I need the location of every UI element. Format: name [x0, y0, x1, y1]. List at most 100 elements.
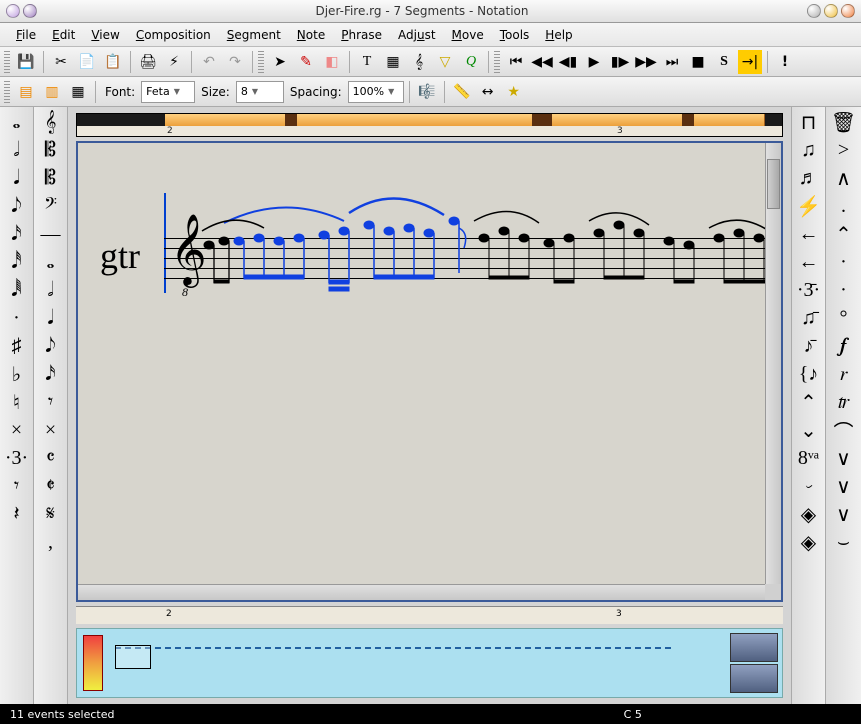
left-palette-item-8[interactable]: ♯ [4, 335, 30, 357]
far-right-palette-item-2[interactable]: ∧ [831, 167, 857, 189]
pointer-tool[interactable]: ➤ [268, 50, 292, 74]
left-palette2-item-15[interactable]: , [38, 531, 64, 553]
left-palette-item-13[interactable]: 𝄾 [4, 475, 30, 497]
left-palette-item-11[interactable]: × [4, 419, 30, 441]
layout1-button[interactable]: ▤ [14, 80, 38, 104]
left-palette2-item-2[interactable]: 𝄡 [38, 167, 64, 189]
right-palette-item-1[interactable]: ♫ [796, 139, 822, 161]
bottom-ruler[interactable]: 2 3 [76, 606, 783, 624]
far-right-palette-item-13[interactable]: ∨ [831, 475, 857, 497]
save-button[interactable]: 💾 [14, 50, 38, 74]
rewind-start-button[interactable]: ⏮ [504, 50, 528, 74]
right-palette-item-10[interactable]: ⌃ [796, 391, 822, 413]
right-palette-item-11[interactable]: ⌄ [796, 419, 822, 441]
left-palette2-item-3[interactable]: 𝄢 [38, 195, 64, 217]
right-palette-item-0[interactable]: ⊓ [796, 111, 822, 133]
maximize-button[interactable] [824, 4, 838, 18]
menu-file[interactable]: File [8, 25, 44, 45]
loop-end-button[interactable]: →| [738, 50, 762, 74]
far-right-palette-item-1[interactable]: > [831, 139, 857, 161]
far-right-palette-item-11[interactable]: ⌒ [831, 419, 857, 441]
menu-adjust[interactable]: Adjust [390, 25, 444, 45]
far-right-palette-item-12[interactable]: ∨ [831, 447, 857, 469]
far-right-palette-item-6[interactable]: · [831, 279, 857, 301]
menu-note[interactable]: Note [289, 25, 333, 45]
left-palette2-item-8[interactable]: 𝅘𝅥𝅮 [38, 335, 64, 357]
layout2-button[interactable]: ▥ [40, 80, 64, 104]
clef-tool[interactable]: 𝄞 [407, 50, 431, 74]
redo-button[interactable]: ↷ [223, 50, 247, 74]
layout3-button[interactable]: ▦ [66, 80, 90, 104]
left-palette-item-10[interactable]: ♮ [4, 391, 30, 413]
font-select[interactable]: Feta▼ [141, 81, 195, 103]
left-palette-item-1[interactable]: 𝅗𝅥 [4, 139, 30, 161]
ffwd-button[interactable]: ▶▶ [634, 50, 658, 74]
left-palette-item-14[interactable]: 𝄽 [4, 503, 30, 525]
left-palette-item-9[interactable]: ♭ [4, 363, 30, 385]
span-button[interactable]: ↔ [476, 80, 500, 104]
right-palette-item-14[interactable]: ◈ [796, 503, 822, 525]
copy-button[interactable]: 📄 [75, 50, 99, 74]
left-palette2-item-0[interactable]: 𝄞 [38, 111, 64, 133]
solo-button[interactable]: S [712, 50, 736, 74]
overview-track[interactable] [109, 629, 726, 697]
far-right-palette-item-0[interactable]: 🗑 [831, 111, 857, 133]
score-canvas[interactable]: gtr 𝄞 8 [76, 141, 783, 602]
spacing-select[interactable]: 100%▼ [348, 81, 404, 103]
wm-menu-icon[interactable] [6, 4, 20, 18]
left-palette-item-12[interactable]: ·3· [4, 447, 30, 469]
menu-view[interactable]: View [83, 25, 127, 45]
left-palette-item-7[interactable]: · [4, 307, 30, 329]
menu-composition[interactable]: Composition [128, 25, 219, 45]
far-right-palette-item-15[interactable]: ⌣ [831, 531, 857, 553]
far-right-palette-item-4[interactable]: ⌃ [831, 223, 857, 245]
left-palette2-item-7[interactable]: 𝅘𝅥 [38, 307, 64, 329]
left-palette2-item-9[interactable]: 𝅘𝅥𝅯 [38, 363, 64, 385]
right-palette-item-7[interactable]: ♫̄ [796, 307, 822, 329]
left-palette2-item-14[interactable]: 𝄋 [38, 503, 64, 525]
text-tool[interactable]: T [355, 50, 379, 74]
far-right-palette-item-3[interactable]: . [831, 195, 857, 217]
right-palette-item-13[interactable]: 𝆤 [796, 475, 822, 497]
step-back-button[interactable]: ◀▮ [556, 50, 580, 74]
step-fwd-button[interactable]: ▮▶ [608, 50, 632, 74]
far-right-palette-item-5[interactable]: · [831, 251, 857, 273]
toolbar-handle-3[interactable] [494, 51, 500, 73]
toolbar-handle[interactable] [4, 51, 10, 73]
menu-move[interactable]: Move [444, 25, 492, 45]
wm-shade-icon[interactable] [23, 4, 37, 18]
top-ruler[interactable]: 2 3 [76, 113, 783, 137]
menu-tools[interactable]: Tools [492, 25, 538, 45]
end-button[interactable]: ⏭ [660, 50, 684, 74]
toolbar-handle-2[interactable] [258, 51, 264, 73]
left-palette2-item-11[interactable]: × [38, 419, 64, 441]
toolbar2-handle[interactable] [4, 81, 10, 103]
right-palette-item-9[interactable]: {♪ [796, 363, 822, 385]
left-palette-item-5[interactable]: 𝅘𝅥𝅰 [4, 251, 30, 273]
overview-thumb[interactable] [730, 633, 778, 662]
left-palette-item-3[interactable]: 𝅘𝅥𝅮 [4, 195, 30, 217]
far-right-palette-item-8[interactable]: 𝆑 [831, 335, 857, 357]
right-palette-item-6[interactable]: ·3̄· [796, 279, 822, 301]
left-palette2-item-1[interactable]: 𝄡 [38, 139, 64, 161]
cut-button[interactable]: ✂ [49, 50, 73, 74]
far-right-palette-item-14[interactable]: ∨ [831, 503, 857, 525]
eraser-tool[interactable]: ◧ [320, 50, 344, 74]
filter-tool[interactable]: ▽ [433, 50, 457, 74]
flash-button[interactable]: ⚡ [162, 50, 186, 74]
right-palette-item-2[interactable]: ♬ [796, 167, 822, 189]
overview-panel[interactable] [76, 628, 783, 698]
left-palette2-item-13[interactable]: 𝄵 [38, 475, 64, 497]
right-palette-item-8[interactable]: ♪̄ [796, 335, 822, 357]
left-palette2-item-12[interactable]: 𝄴 [38, 447, 64, 469]
quantize-tool[interactable]: Q [459, 50, 483, 74]
close-button[interactable] [841, 4, 855, 18]
horizontal-scrollbar[interactable] [78, 584, 765, 600]
right-palette-item-15[interactable]: ◈ [796, 531, 822, 553]
paste-button[interactable]: 📋 [101, 50, 125, 74]
far-right-palette-item-10[interactable]: 𝆖 [831, 391, 857, 413]
grid-tool[interactable]: ▦ [381, 50, 405, 74]
left-palette-item-2[interactable]: 𝅘𝅥 [4, 167, 30, 189]
rewind-button[interactable]: ◀◀ [530, 50, 554, 74]
star-button[interactable]: ★ [502, 80, 526, 104]
